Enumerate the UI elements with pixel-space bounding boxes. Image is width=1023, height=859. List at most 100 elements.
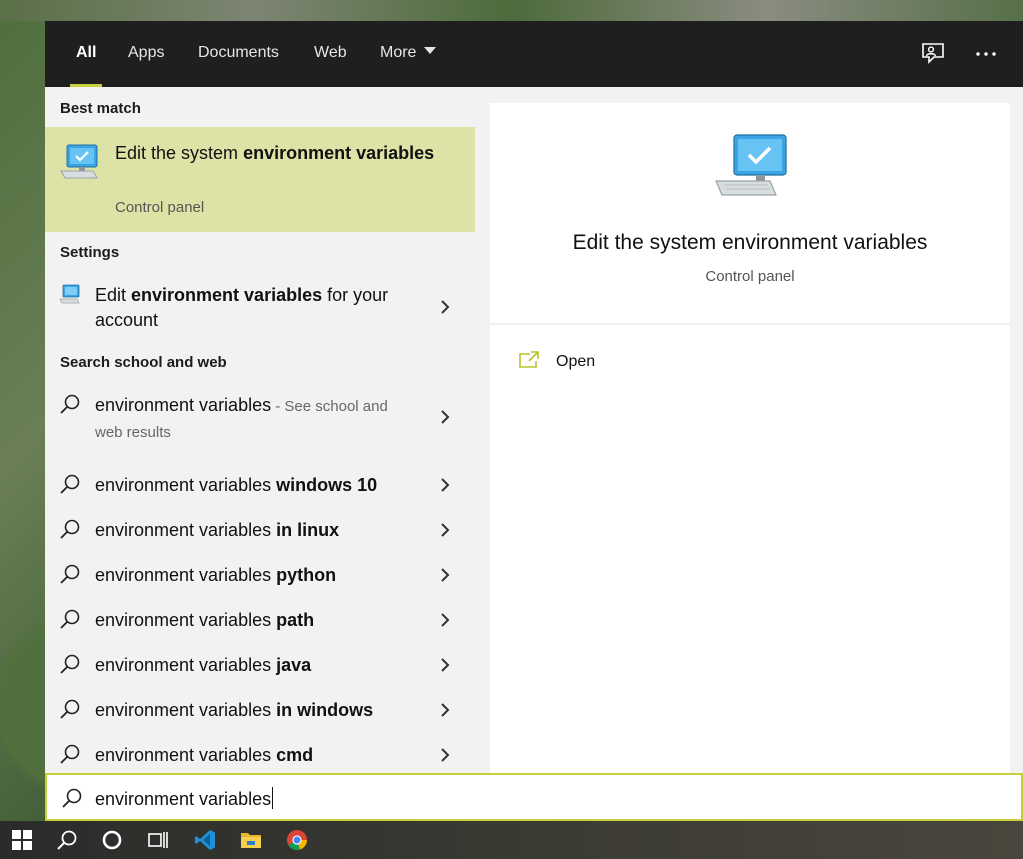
search-icon: [60, 519, 80, 539]
chevron-right-icon[interactable]: [440, 567, 450, 583]
chevron-down-icon: [424, 47, 437, 55]
chevron-right-icon[interactable]: [440, 747, 450, 763]
chevron-right-icon[interactable]: [440, 299, 450, 315]
vscode-button[interactable]: [183, 821, 228, 859]
settings-result-text: Edit environment variables for your acco…: [95, 283, 425, 333]
chrome-button[interactable]: [275, 821, 320, 859]
suggestion-row[interactable]: environment variables java: [45, 643, 475, 688]
tab-more-label: More: [380, 44, 417, 61]
search-icon: [60, 699, 80, 719]
suggestion-base: environment variables: [95, 475, 277, 495]
suggestion-text: environment variables in windows: [95, 698, 373, 723]
suggestion-row[interactable]: environment variables windows 10: [45, 463, 475, 508]
suggestion-bold: cmd: [276, 745, 314, 765]
file-explorer-icon: [241, 833, 261, 848]
search-panel: All Apps Documents Web More Best match E…: [45, 21, 1023, 821]
taskbar: [0, 821, 1023, 859]
web-result[interactable]: environment variables - See school and w…: [45, 389, 475, 453]
suggestion-text: environment variables java: [95, 653, 311, 678]
file-explorer-button[interactable]: [229, 821, 274, 859]
suggestion-base: environment variables: [95, 655, 277, 675]
suggestion-text: environment variables python: [95, 563, 336, 588]
suggestion-bold: path: [276, 610, 315, 630]
suggestion-row[interactable]: environment variables in windows: [45, 688, 475, 733]
search-icon: [60, 654, 80, 674]
text-cursor: [272, 787, 274, 809]
chrome-icon: [287, 830, 307, 850]
search-icon: [57, 830, 77, 850]
results-list: Best match Edit the system environment v…: [45, 87, 475, 773]
best-match-result[interactable]: Edit the system environment variables Co…: [45, 127, 475, 232]
start-icon: [12, 830, 32, 850]
chevron-right-icon[interactable]: [440, 702, 450, 718]
suggestion-row[interactable]: environment variables cmd: [45, 733, 475, 773]
suggestion-text: environment variables windows 10: [95, 473, 377, 498]
suggestion-bold: in windows: [276, 700, 374, 720]
vscode-icon: [195, 830, 215, 850]
settings-text-pre: Edit: [95, 285, 132, 305]
cortana-icon: [102, 830, 122, 850]
section-heading-best-match: Best match: [60, 100, 141, 117]
search-input-text[interactable]: environment variables: [95, 787, 274, 810]
best-match-title-plain: Edit the system: [115, 143, 244, 163]
task-view-icon: [148, 832, 168, 848]
suggestion-text: environment variables in linux: [95, 518, 339, 543]
tab-documents[interactable]: Documents: [198, 21, 279, 87]
chevron-right-icon[interactable]: [440, 612, 450, 628]
preview-subtitle: Control panel: [705, 268, 795, 285]
suggestion-base: environment variables: [95, 700, 277, 720]
preview-divider: [490, 323, 1010, 325]
search-icon: [60, 474, 80, 494]
start-button[interactable]: [0, 821, 45, 859]
tab-all[interactable]: All: [69, 21, 104, 87]
tab-web[interactable]: Web: [314, 21, 347, 87]
tab-more[interactable]: More: [380, 21, 437, 87]
search-query-value: environment variables: [95, 789, 272, 809]
suggestion-base: environment variables: [95, 565, 277, 585]
suggestion-base: environment variables: [95, 610, 277, 630]
suggestion-text: environment variables cmd: [95, 743, 313, 768]
web-result-query: environment variables: [95, 395, 272, 415]
search-icon: [62, 788, 82, 808]
suggestion-base: environment variables: [95, 745, 277, 765]
wallpaper: [0, 0, 1023, 21]
suggestion-text: environment variables path: [95, 608, 314, 633]
cortana-button[interactable]: [90, 821, 135, 859]
chevron-right-icon[interactable]: [440, 409, 450, 425]
chevron-right-icon[interactable]: [440, 477, 450, 493]
section-heading-search-web: Search school and web: [60, 354, 227, 371]
best-match-subtitle: Control panel: [115, 199, 205, 216]
search-icon: [60, 394, 80, 414]
best-match-title: Edit the system environment variables: [115, 141, 435, 166]
chevron-right-icon[interactable]: [440, 657, 450, 673]
search-topbar: All Apps Documents Web More: [45, 21, 1023, 87]
tab-apps[interactable]: Apps: [128, 21, 164, 87]
feedback-icon[interactable]: [920, 41, 946, 67]
suggestion-row[interactable]: environment variables in linux: [45, 508, 475, 553]
best-match-title-bold: environment variables: [243, 143, 435, 163]
open-icon: [519, 351, 539, 368]
search-icon: [60, 744, 80, 764]
suggestion-bold: windows 10: [276, 475, 378, 495]
settings-result[interactable]: Edit environment variables for your acco…: [45, 277, 475, 337]
section-heading-settings: Settings: [60, 244, 120, 261]
chevron-right-icon[interactable]: [440, 522, 450, 538]
search-input[interactable]: environment variables: [45, 773, 1023, 821]
computer-check-icon: [714, 133, 788, 203]
open-button[interactable]: Open: [518, 347, 718, 377]
suggestion-row[interactable]: environment variables python: [45, 553, 475, 598]
task-view-button[interactable]: [135, 821, 180, 859]
web-result-text: environment variables - See school and w…: [95, 393, 415, 445]
settings-computer-icon: [59, 283, 81, 305]
settings-text-bold: environment variables: [131, 285, 323, 305]
open-label: Open: [556, 353, 596, 370]
suggestion-bold: java: [276, 655, 312, 675]
taskbar-search-button[interactable]: [45, 821, 90, 859]
more-options-icon[interactable]: [973, 41, 999, 67]
preview-title: Edit the system environment variables: [572, 231, 928, 254]
suggestion-row[interactable]: environment variables path: [45, 598, 475, 643]
suggestion-bold: python: [276, 565, 337, 585]
search-icon: [60, 609, 80, 629]
suggestion-base: environment variables: [95, 520, 277, 540]
computer-check-icon: [59, 143, 101, 181]
